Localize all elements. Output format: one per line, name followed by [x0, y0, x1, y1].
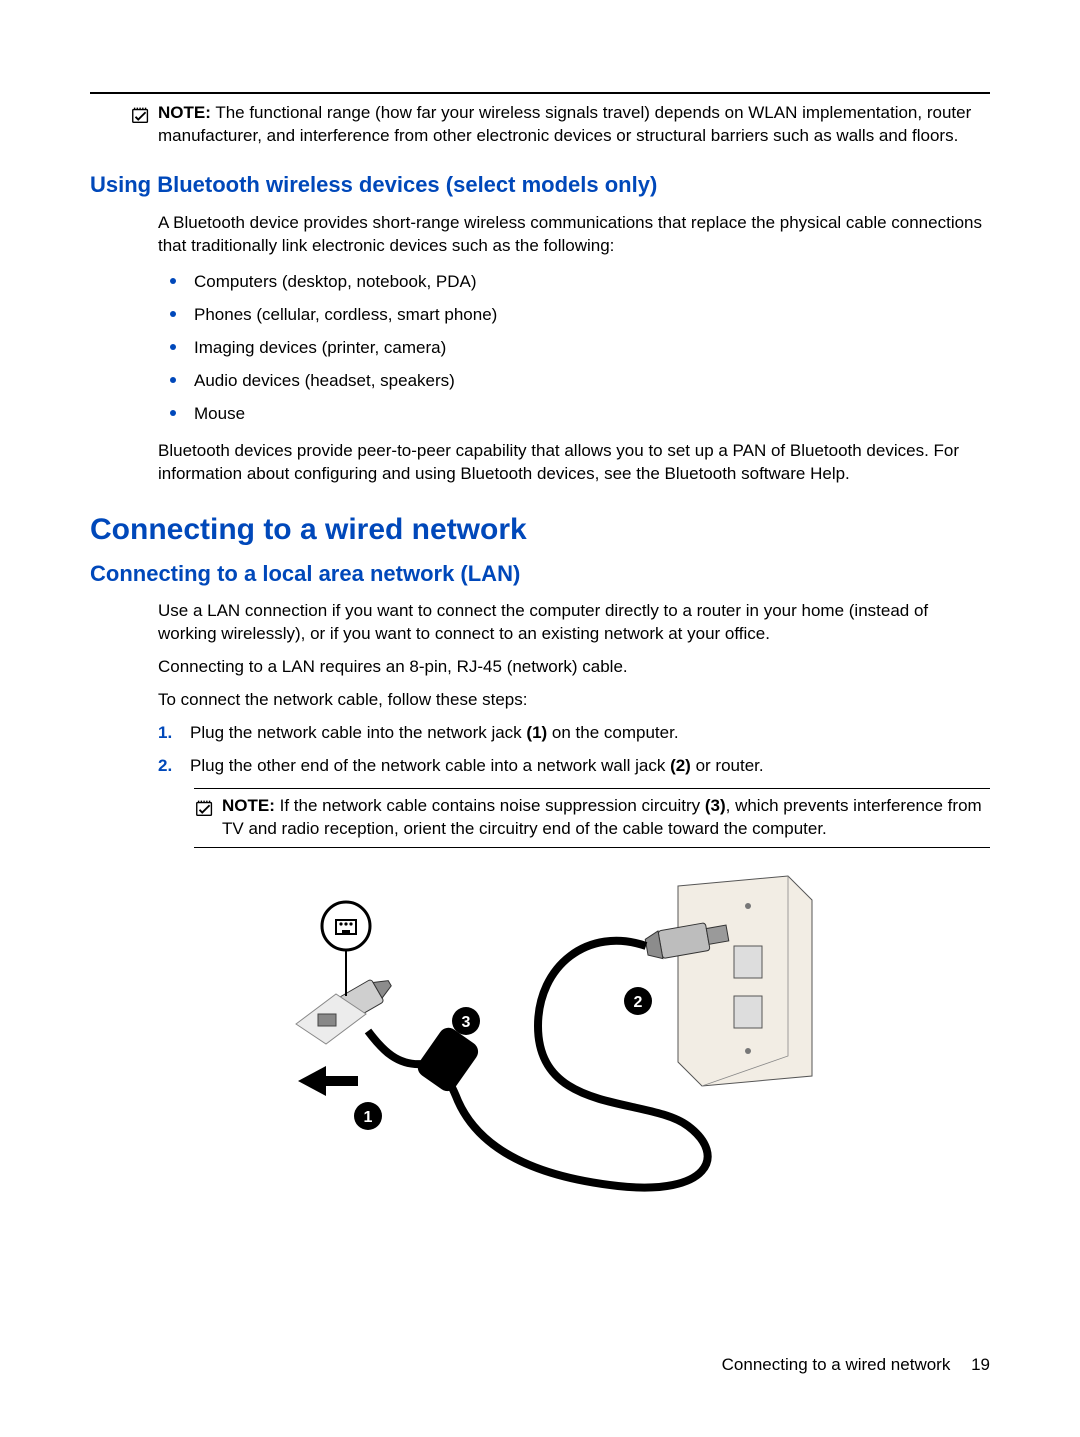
step-text: Plug the network cable into the network …: [190, 722, 679, 745]
lan-p3: To connect the network cable, follow the…: [158, 689, 990, 712]
figure-lan-cable: 2 3: [288, 866, 848, 1196]
lan-p2: Connecting to a LAN requires an 8-pin, R…: [158, 656, 990, 679]
heading-lan: Connecting to a local area network (LAN): [90, 559, 990, 589]
bullet-icon: [170, 311, 176, 317]
note-text: NOTE: The functional range (how far your…: [158, 102, 990, 148]
bluetooth-section: A Bluetooth device provides short-range …: [158, 212, 990, 486]
bluetooth-intro: A Bluetooth device provides short-range …: [158, 212, 990, 258]
list-item: Computers (desktop, notebook, PDA): [158, 271, 990, 294]
bluetooth-outro: Bluetooth devices provide peer-to-peer c…: [158, 440, 990, 486]
lan-steps: 1. Plug the network cable into the netwo…: [158, 722, 990, 778]
step-number: 1.: [158, 722, 190, 745]
top-rule: [90, 92, 990, 94]
step-1: 1. Plug the network cable into the netwo…: [158, 722, 990, 745]
bullet-icon: [170, 344, 176, 350]
heading-bluetooth: Using Bluetooth wireless devices (select…: [90, 170, 990, 200]
list-item: Phones (cellular, cordless, smart phone): [158, 304, 990, 327]
note-text: NOTE: If the network cable contains nois…: [222, 795, 990, 841]
note-functional-range: NOTE: The functional range (how far your…: [130, 102, 990, 148]
note-label: NOTE:: [222, 796, 275, 815]
svg-text:1: 1: [364, 1109, 373, 1126]
footer-page: 19: [971, 1355, 990, 1374]
bullet-icon: [170, 410, 176, 416]
document-page: NOTE: The functional range (how far your…: [0, 0, 1080, 1437]
svg-text:3: 3: [462, 1014, 471, 1031]
list-item: Mouse: [158, 403, 990, 426]
note-label: NOTE:: [158, 103, 211, 122]
note-icon: [130, 104, 152, 133]
list-text: Audio devices (headset, speakers): [194, 370, 455, 393]
step-number: 2.: [158, 755, 190, 778]
list-item: Imaging devices (printer, camera): [158, 337, 990, 360]
footer-title: Connecting to a wired network: [722, 1355, 951, 1374]
bullet-icon: [170, 377, 176, 383]
list-text: Imaging devices (printer, camera): [194, 337, 446, 360]
svg-text:2: 2: [634, 994, 643, 1011]
note-icon: [194, 797, 216, 826]
bluetooth-list: Computers (desktop, notebook, PDA) Phone…: [158, 271, 990, 426]
step-2: 2. Plug the other end of the network cab…: [158, 755, 990, 778]
heading-wired: Connecting to a wired network: [90, 510, 990, 551]
step-text: Plug the other end of the network cable …: [190, 755, 764, 778]
list-text: Computers (desktop, notebook, PDA): [194, 271, 477, 294]
list-item: Audio devices (headset, speakers): [158, 370, 990, 393]
note-noise-suppression: NOTE: If the network cable contains nois…: [194, 788, 990, 848]
list-text: Phones (cellular, cordless, smart phone): [194, 304, 497, 327]
bullet-icon: [170, 278, 176, 284]
list-text: Mouse: [194, 403, 245, 426]
lan-p1: Use a LAN connection if you want to conn…: [158, 600, 990, 646]
lan-section: Use a LAN connection if you want to conn…: [158, 600, 990, 1196]
page-footer: Connecting to a wired network 19: [722, 1354, 990, 1377]
note-body: The functional range (how far your wirel…: [158, 103, 971, 145]
